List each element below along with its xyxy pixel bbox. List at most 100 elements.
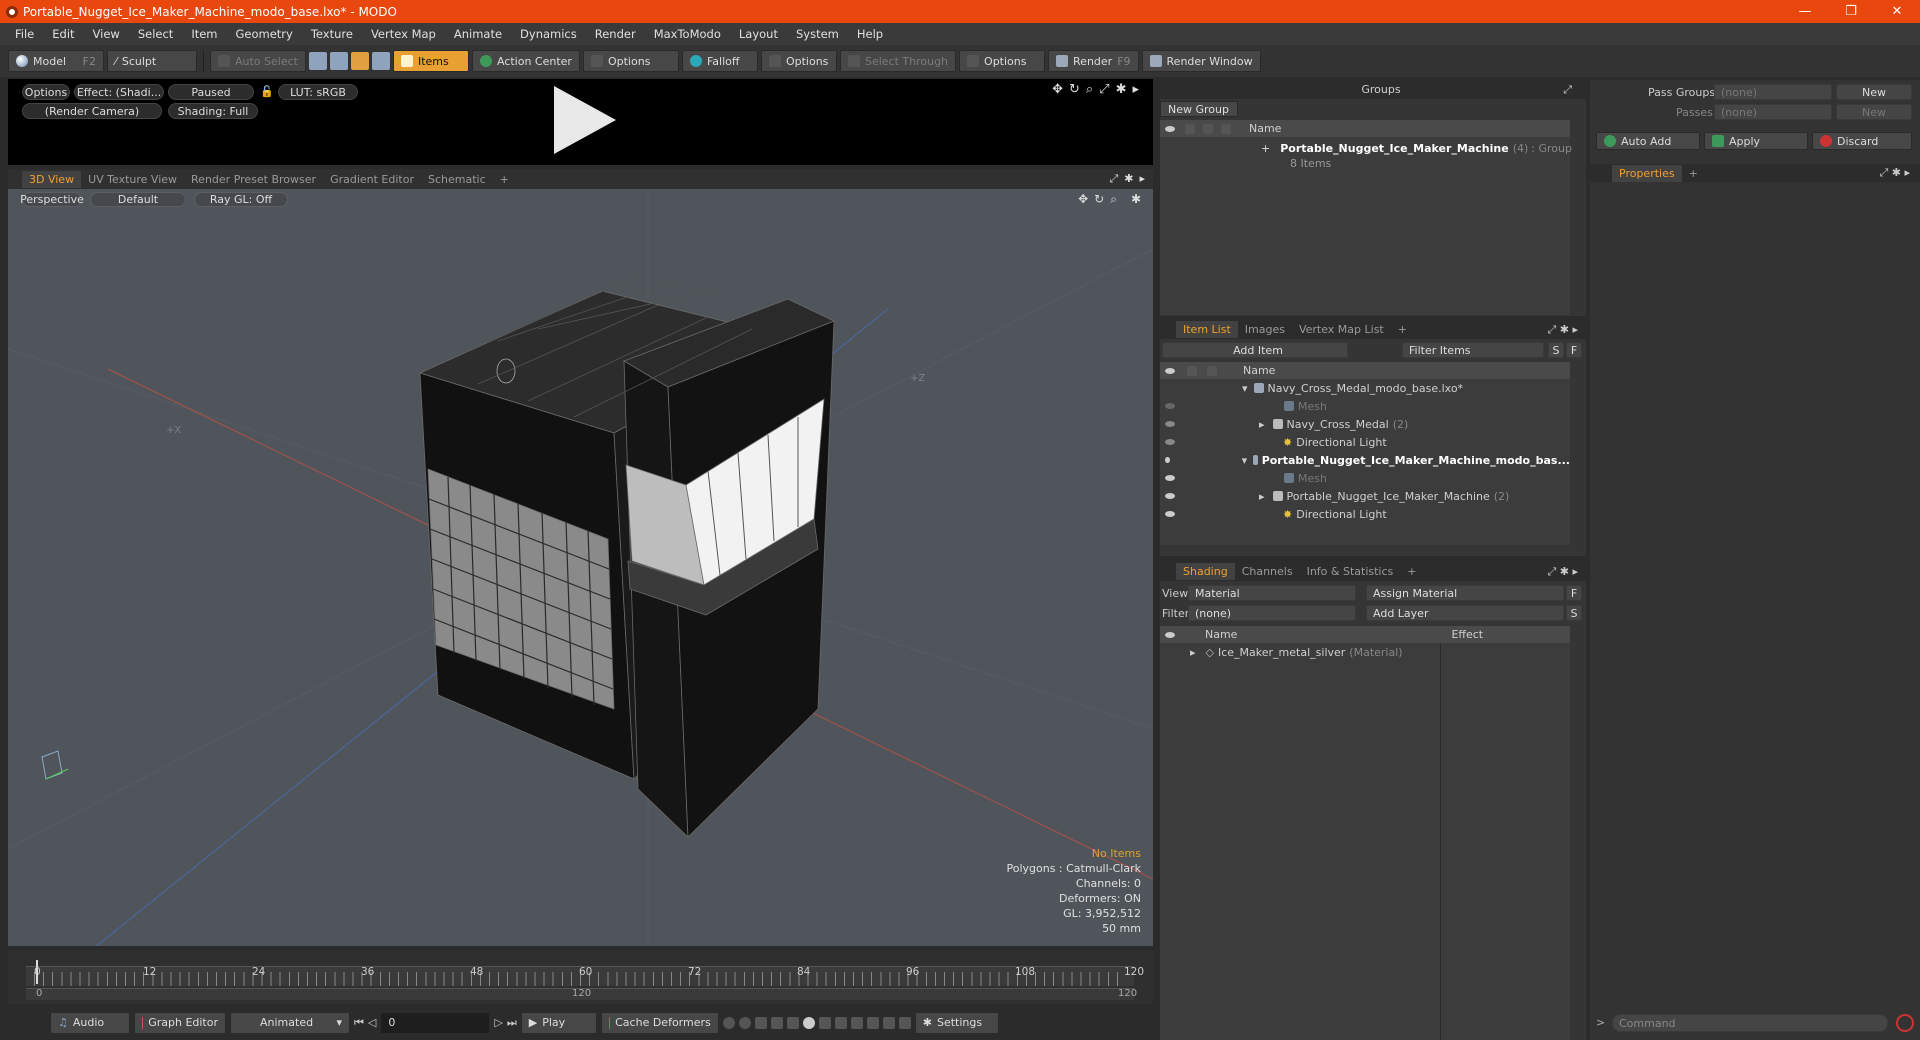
tab-vertex-map-list[interactable]: Vertex Map List <box>1292 321 1391 338</box>
default-dropdown[interactable]: Default <box>90 192 186 207</box>
tab-render-preset-browser[interactable]: Render Preset Browser <box>184 171 323 188</box>
key-icon[interactable] <box>722 1016 735 1029</box>
auto-add-button[interactable]: Auto Add <box>1596 132 1700 150</box>
close-icon[interactable]: ✕ <box>1874 4 1920 19</box>
tab-uv-texture-view[interactable]: UV Texture View <box>81 171 184 188</box>
menu-maxtomodo[interactable]: MaxToModo <box>645 27 730 41</box>
render-toggle-icon[interactable] <box>1221 123 1231 134</box>
pass-groups-dropdown[interactable]: (none) <box>1714 84 1832 100</box>
menu-edit[interactable]: Edit <box>43 27 83 41</box>
snap-icon[interactable] <box>898 1016 911 1029</box>
play-icon[interactable] <box>554 86 616 154</box>
maximize-icon[interactable]: ⤢ <box>1099 82 1109 97</box>
add-tab-icon[interactable]: + <box>493 171 516 188</box>
items-mode-button[interactable]: Items <box>392 50 469 72</box>
prev-frame-icon[interactable] <box>834 1016 847 1029</box>
list-item[interactable]: ▾ Navy_Cross_Medal_modo_base.lxo* <box>1160 379 1570 397</box>
tab-channels[interactable]: Channels <box>1235 563 1300 580</box>
menu-layout[interactable]: Layout <box>730 27 787 41</box>
arrow-right-icon[interactable]: ▸ <box>1132 82 1139 97</box>
discard-button[interactable]: Discard <box>1812 132 1912 150</box>
edges-mode-icon[interactable] <box>329 52 348 70</box>
auto-key-icon[interactable] <box>786 1016 799 1029</box>
gear-icon[interactable]: ✱ <box>1131 192 1141 207</box>
tab-shading[interactable]: Shading <box>1176 563 1235 580</box>
menu-animate[interactable]: Animate <box>445 27 511 41</box>
raygl-dropdown[interactable]: Ray GL: Off <box>194 192 288 207</box>
search-toggle-button[interactable]: S <box>1548 342 1564 358</box>
model-button[interactable]: Model F2 <box>8 50 104 72</box>
prev-key-icon[interactable] <box>754 1016 767 1029</box>
animated-dropdown[interactable]: Animated ▾ <box>230 1011 350 1034</box>
filter-toggle-button[interactable]: F <box>1566 342 1582 358</box>
eye-icon[interactable] <box>1165 475 1175 481</box>
list-item[interactable]: ▸ ◇ Ice_Maker_metal_silver (Material) <box>1160 643 1570 661</box>
list-item[interactable]: ▾ Portable_Nugget_Ice_Maker_Machine_modo… <box>1160 451 1570 469</box>
materials-mode-icon[interactable] <box>371 52 390 70</box>
menu-vertex-map[interactable]: Vertex Map <box>362 27 445 41</box>
move-icon[interactable]: ✥ <box>1052 82 1063 97</box>
group-name[interactable]: Portable_Nugget_Ice_Maker_Machine <box>1280 142 1508 155</box>
menu-view[interactable]: View <box>84 27 129 41</box>
maximize-icon[interactable]: ⤢ ✱ ▸ <box>1547 565 1578 579</box>
plus-icon[interactable]: + <box>1261 142 1270 155</box>
next-key-icon[interactable] <box>770 1016 783 1029</box>
graph-editor-button[interactable]: Graph Editor <box>134 1011 226 1034</box>
step-forward-icon[interactable]: ▷ <box>494 1016 502 1029</box>
3d-viewport[interactable]: Perspective Default Ray GL: Off ✥ ↻ ⌕ ✱ … <box>8 189 1153 946</box>
menu-item[interactable]: Item <box>182 27 226 41</box>
maximize-icon[interactable]: ⤢ ✱ ▸ <box>1547 323 1578 337</box>
new-pass-group-button[interactable]: New <box>1836 84 1912 100</box>
menu-system[interactable]: System <box>787 27 848 41</box>
menu-help[interactable]: Help <box>848 27 892 41</box>
lock-icon[interactable] <box>1187 365 1197 376</box>
perspective-dropdown[interactable]: Perspective <box>20 192 84 207</box>
preview-options-button[interactable]: Options <box>22 84 70 100</box>
settings-button[interactable]: ✱ Settings <box>914 1011 999 1034</box>
view-dropdown[interactable]: Material <box>1188 585 1356 601</box>
new-pass-button[interactable]: New <box>1836 104 1912 120</box>
rotate-icon[interactable]: ↻ <box>1069 82 1080 97</box>
list-item[interactable]: Mesh <box>1160 397 1570 415</box>
chevron-right-icon[interactable]: > <box>1596 1016 1605 1029</box>
maximize-icon[interactable]: ⤢ ✱ ▸ <box>1879 166 1910 180</box>
tab-3d-view[interactable]: 3D View <box>22 170 82 188</box>
camera-dropdown[interactable]: (Render Camera) <box>22 103 162 119</box>
shading-dropdown[interactable]: Shading: Full <box>168 103 258 119</box>
add-tab-icon[interactable]: + <box>1400 563 1423 580</box>
cache-deformers-button[interactable]: Cache Deformers <box>600 1011 719 1034</box>
add-tab-icon[interactable]: + <box>1682 165 1705 182</box>
paused-button[interactable]: Paused <box>168 84 254 100</box>
maximize-icon[interactable]: ⤢ <box>1109 172 1118 186</box>
filter-dropdown[interactable]: (none) <box>1188 605 1356 621</box>
maximize-icon[interactable]: ⤢ <box>1563 83 1572 97</box>
lock-icon[interactable] <box>1185 123 1195 134</box>
apply-button[interactable]: Apply <box>1704 132 1808 150</box>
menu-render[interactable]: Render <box>586 27 645 41</box>
play-button[interactable]: ▶ Play <box>520 1011 597 1034</box>
add-tab-icon[interactable]: + <box>1391 321 1414 338</box>
render-window-button[interactable]: Render Window <box>1141 50 1261 72</box>
menu-geometry[interactable]: Geometry <box>227 27 302 41</box>
tab-item-list[interactable]: Item List <box>1176 321 1238 338</box>
restore-icon[interactable]: ❐ <box>1828 4 1874 19</box>
polygons-mode-icon[interactable] <box>350 52 369 70</box>
tab-schematic[interactable]: Schematic <box>421 171 493 188</box>
go-start-icon[interactable]: ⏮ <box>354 1016 364 1030</box>
list-item[interactable]: ✸ Directional Light <box>1160 505 1570 523</box>
menu-texture[interactable]: Texture <box>302 27 362 41</box>
render-toggle-icon[interactable] <box>1207 365 1217 376</box>
eye-icon[interactable] <box>1165 125 1175 132</box>
action-center-options-button[interactable]: Options <box>582 50 679 72</box>
auto-select-button[interactable]: Auto Select <box>210 50 306 72</box>
select-options-button[interactable]: Options <box>959 50 1046 72</box>
effect-dropdown[interactable]: Effect: (Shadi... <box>74 84 164 100</box>
tab-gradient-editor[interactable]: Gradient Editor <box>323 171 421 188</box>
gear-icon[interactable]: ✱ <box>1124 172 1133 186</box>
list-item[interactable]: ▸ Portable_Nugget_Ice_Maker_Machine (2) <box>1160 487 1570 505</box>
select-through-button[interactable]: Select Through <box>839 50 957 72</box>
arrow-right-icon[interactable]: ▸ <box>1139 172 1145 186</box>
lock-icon[interactable]: 🔓 <box>260 85 274 98</box>
falloff-button[interactable]: Falloff <box>681 50 758 72</box>
lut-dropdown[interactable]: LUT: sRGB <box>278 84 358 100</box>
